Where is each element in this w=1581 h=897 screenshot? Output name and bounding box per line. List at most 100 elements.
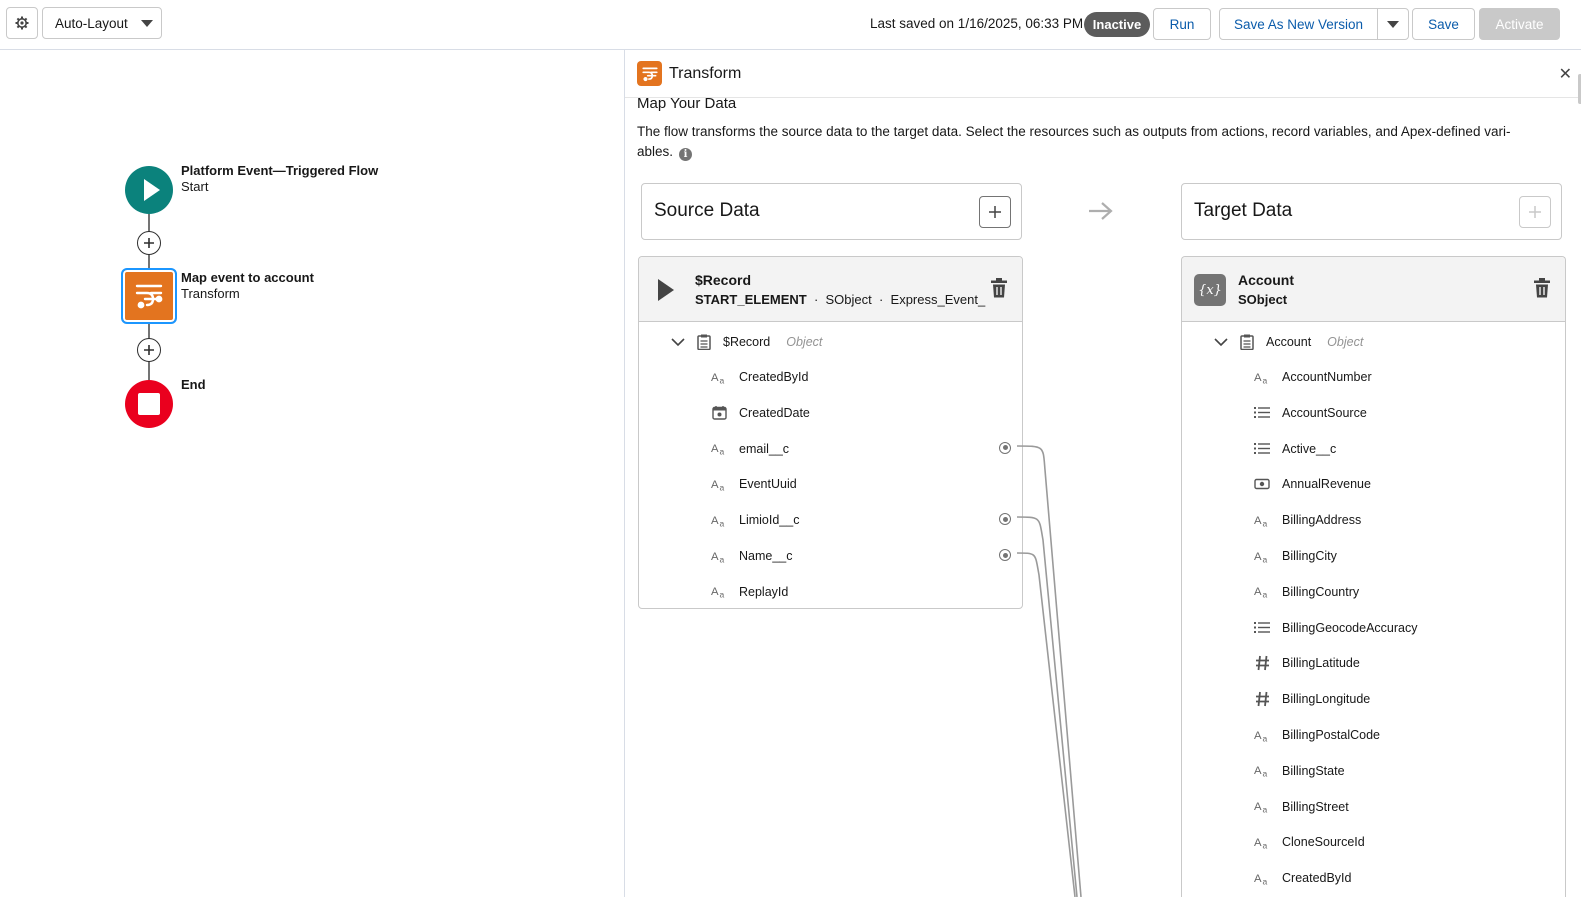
text-icon: Aa: [1254, 763, 1270, 779]
field-row[interactable]: AccountSource: [1254, 405, 1367, 421]
end-node[interactable]: [125, 380, 173, 428]
save-options-menu-button[interactable]: [1377, 8, 1409, 40]
flow-canvas[interactable]: Platform Event—Triggered Flow Start Map …: [0, 50, 624, 897]
panel-description: The flow transforms the source data to t…: [637, 122, 1537, 162]
source-card: $Record START_ELEMENT · SObject · Expres…: [638, 256, 1023, 609]
activate-button[interactable]: Activate: [1479, 8, 1560, 40]
text-icon: Aa: [1254, 834, 1270, 850]
run-button[interactable]: Run: [1153, 8, 1211, 40]
plus-icon: [1529, 206, 1541, 218]
mapping-connector[interactable]: [999, 513, 1011, 526]
chevron-down-icon[interactable]: [671, 337, 685, 347]
text-icon: Aa: [711, 476, 727, 492]
field-row[interactable]: Aa CreatedById: [711, 369, 808, 385]
target-name: Account: [1238, 272, 1294, 288]
stop-icon: [138, 393, 160, 415]
save-button[interactable]: Save: [1412, 8, 1475, 40]
svg-text:a: a: [1262, 375, 1267, 384]
field-row[interactable]: Aa BillingCity: [1254, 548, 1337, 564]
chevron-down-icon[interactable]: [1214, 337, 1228, 347]
variable-icon: {x}: [1194, 274, 1226, 306]
field-row[interactable]: Aa CloneSourceId: [1254, 834, 1365, 850]
svg-text:A: A: [1254, 765, 1262, 777]
toolbar: Auto-Layout Last saved on 1/16/2025, 06:…: [0, 0, 1581, 50]
field-row[interactable]: Aa CreatedById: [1254, 870, 1351, 886]
expand-right-icon[interactable]: [657, 278, 675, 302]
svg-text:a: a: [1262, 518, 1267, 527]
field-row[interactable]: BillingLongitude: [1254, 691, 1370, 707]
source-card-header: $Record START_ELEMENT · SObject · Expres…: [639, 257, 1022, 322]
mapping-connector[interactable]: [999, 549, 1011, 561]
field-row[interactable]: Aa email__c: [711, 441, 789, 457]
field-row[interactable]: Aa BillingCountry: [1254, 584, 1359, 600]
source-tree-root[interactable]: $Record Object: [671, 334, 822, 350]
trash-icon[interactable]: [990, 277, 1008, 299]
end-node-title: End: [181, 377, 206, 392]
field-label: CloneSourceId: [1282, 835, 1365, 850]
transform-panel: Transform ✕ Map Your Data The flow trans…: [624, 50, 1581, 897]
text-icon: Aa: [1254, 799, 1270, 815]
clipboard-icon: [697, 334, 711, 350]
transform-icon: [135, 284, 163, 309]
svg-text:a: a: [719, 590, 724, 599]
layout-select[interactable]: Auto-Layout: [42, 7, 162, 39]
number-icon: [1254, 655, 1270, 671]
mapping-line: [1016, 445, 1082, 897]
field-label: BillingStreet: [1282, 799, 1349, 814]
source-meta-type: SObject: [825, 292, 872, 307]
field-row[interactable]: Aa Name__c: [711, 548, 793, 564]
add-target-button[interactable]: [1519, 196, 1551, 228]
target-tree-root[interactable]: Account Object: [1214, 334, 1363, 350]
text-icon: Aa: [711, 548, 727, 564]
field-row[interactable]: Aa EventUuid: [711, 476, 797, 492]
mapping-connector[interactable]: [999, 441, 1011, 454]
add-element-button[interactable]: [137, 231, 161, 255]
text-icon: Aa: [1254, 584, 1270, 600]
field-row[interactable]: Aa AccountNumber: [1254, 369, 1372, 385]
field-label: email__c: [739, 441, 790, 456]
field-row[interactable]: AnnualRevenue: [1254, 476, 1371, 492]
field-row[interactable]: Aa ReplayId: [711, 584, 788, 600]
svg-text:A: A: [1254, 514, 1262, 526]
connector-dot: [1002, 516, 1008, 522]
panel-title: Transform: [669, 65, 742, 82]
field-row[interactable]: Active__c: [1254, 441, 1336, 457]
svg-text:A: A: [711, 550, 719, 562]
source-root-type: Object: [786, 335, 823, 349]
source-meta: START_ELEMENT · SObject · Express_Event_: [695, 292, 985, 307]
field-row[interactable]: CreatedDate: [711, 405, 810, 421]
field-row[interactable]: Aa LimioId__c: [711, 512, 799, 528]
trash-icon[interactable]: [1533, 277, 1551, 299]
arrow-right-icon: [1089, 202, 1113, 220]
field-row[interactable]: Aa BillingAddress: [1254, 512, 1361, 528]
field-row[interactable]: BillingGeocodeAccuracy: [1254, 620, 1418, 636]
svg-text:A: A: [1254, 872, 1262, 884]
save-as-new-version-button[interactable]: Save As New Version: [1219, 8, 1378, 40]
picklist-icon: [1254, 441, 1270, 457]
add-source-button[interactable]: [979, 196, 1011, 228]
field-row[interactable]: Aa BillingPostalCode: [1254, 727, 1380, 743]
field-row[interactable]: Aa BillingStreet: [1254, 799, 1349, 815]
info-icon[interactable]: i: [679, 148, 693, 161]
field-row[interactable]: Aa BillingState: [1254, 763, 1345, 779]
svg-text:a: a: [1262, 841, 1267, 850]
field-label: EventUuid: [739, 477, 797, 492]
target-card-header: {x} Account SObject: [1182, 257, 1565, 322]
description-line-2-wrap: ables. i: [637, 142, 1537, 162]
close-icon[interactable]: ✕: [1559, 64, 1572, 84]
add-element-button[interactable]: [137, 338, 161, 362]
text-icon: Aa: [1254, 727, 1270, 743]
svg-text:a: a: [719, 518, 724, 527]
field-row[interactable]: BillingLatitude: [1254, 655, 1360, 671]
text-icon: Aa: [711, 584, 727, 600]
field-label: BillingState: [1282, 763, 1345, 778]
target-root-type: Object: [1327, 335, 1364, 349]
transform-node[interactable]: [121, 268, 177, 324]
svg-text:A: A: [711, 586, 719, 598]
field-label: BillingGeocodeAccuracy: [1282, 620, 1418, 635]
text-icon: Aa: [1254, 512, 1270, 528]
settings-button[interactable]: [6, 7, 38, 39]
start-node[interactable]: [125, 166, 173, 214]
description-line-2: ables.: [637, 144, 674, 159]
field-label: AccountNumber: [1282, 370, 1372, 384]
